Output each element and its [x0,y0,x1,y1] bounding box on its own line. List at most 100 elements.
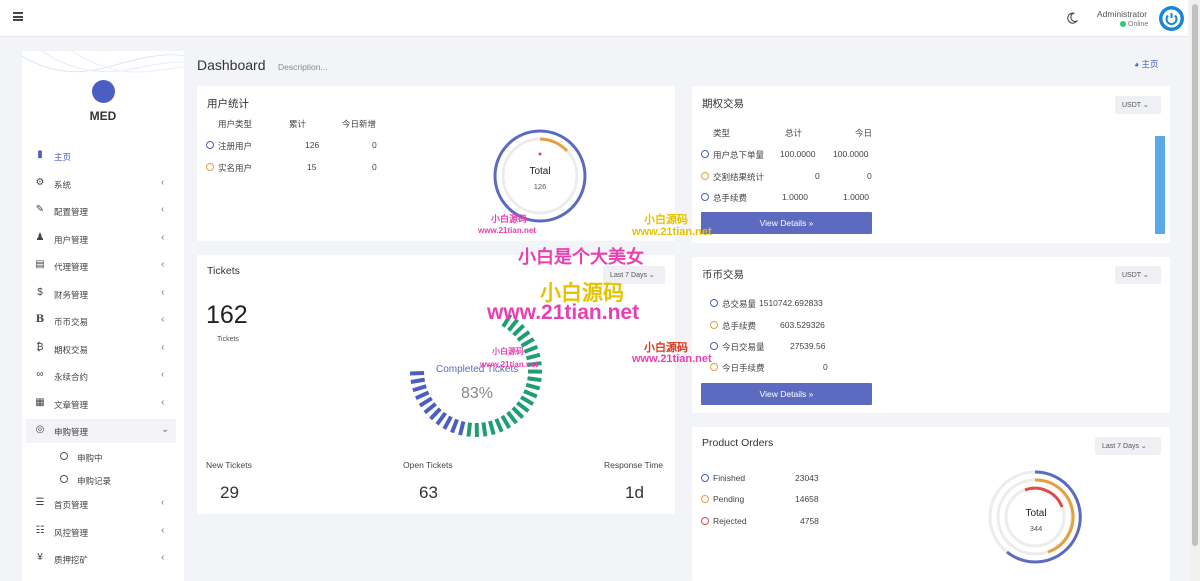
gauge-segment [523,389,538,399]
sidebar-item-users[interactable]: ♟ 用户管理 ‹ [26,227,176,251]
period-select[interactable]: Last 7 Days ⌄ [1095,437,1161,455]
scrollbar-thumb[interactable] [1192,4,1198,546]
view-details-button[interactable]: View Details » [701,212,872,234]
scroll-indicator[interactable] [1155,136,1165,234]
watermark-text: 小白源码 [644,214,688,226]
sidebar-item-label: 永续合约 [54,372,89,382]
gauge-segment [488,420,496,436]
chevron-down-icon: ⌄ [648,272,655,279]
row-today: 0 [372,140,377,150]
row-label: 今日交易量 [722,342,765,352]
sidebar-item-coin-trade[interactable]: B 币币交易 ‹ [26,309,176,333]
power-icon[interactable] [1159,6,1184,31]
gauge-value: 83% [461,385,494,402]
sidebar-item-label: 质押挖矿 [54,555,89,565]
sidebar-item-label: 期权交易 [54,345,89,355]
chevron-left-icon: ‹ [161,497,165,508]
options-trade-card: 期权交易 USDT ⌄ 类型 总计 今日 用户总下单量 100.0000 100… [692,86,1170,243]
sidebar-item-subscription[interactable]: ◎ 申购管理 ⌄ [26,419,176,443]
donut-value: 344 [1029,524,1043,533]
sidebar-item-staking[interactable]: ¥ 质押挖矿 ‹ [26,547,176,571]
chevron-left-icon: ‹ [161,314,165,325]
moon-icon[interactable] [1066,12,1078,24]
watermark-text: 小白源码 [492,347,524,356]
gauge-segment [423,402,437,415]
coin-trade-card: 币币交易 USDT ⌄ 总交易量 1510742.692833 总手续费 603… [692,257,1170,413]
stat-value: 29 [220,483,239,502]
sidebar-item-config[interactable]: ✎ 配置管理 ‹ [26,199,176,223]
stat-label: Open Tickets [403,460,453,470]
page-scrollbar[interactable] [1190,0,1200,581]
sidebar-item-finance[interactable]: $ 财务管理 ‹ [26,282,176,306]
currency-select[interactable]: USDT ⌄ [1115,96,1161,114]
chevron-left-icon: ‹ [161,204,165,215]
gauge-segment [516,330,531,342]
row-value: 4758 [800,516,819,526]
legend-dot [710,321,718,329]
currency-select-value: USDT [1122,272,1141,279]
gauge-segment [410,377,426,384]
product-orders-card: Product Orders Last 7 Days ⌄ Finished 23… [692,427,1170,581]
watermark-text: 小白源码 [491,214,528,224]
sidebar-item-perpetual[interactable]: ∞ 永续合约 ‹ [26,364,176,388]
sidebar-item-options[interactable]: ₿ 期权交易 ‹ [26,337,176,361]
hamburger-icon[interactable] [13,12,23,21]
sidebar-item-label: 代理管理 [54,262,89,272]
row-label: Finished [713,473,746,483]
legend-dot [701,474,709,482]
breadcrumb[interactable]: ◕ 主页 [1134,58,1159,70]
gauge-segment [450,418,459,434]
chevron-left-icon: ‹ [161,177,165,188]
newspaper-icon: ▦ [35,397,45,408]
chevron-left-icon: ‹ [161,232,165,243]
column-header: 总计 [785,128,803,138]
admin-name[interactable]: Administrator [1097,9,1147,19]
column-header: 用户类型 [218,119,253,129]
chevron-left-icon: ‹ [161,525,165,536]
gauge-segment [519,395,535,406]
legend-dot [710,342,718,350]
sidebar-item-system[interactable]: ⚙ 系统 ‹ [26,172,176,196]
row-label: 今日手续费 [722,363,765,373]
stat-value: 63 [419,483,438,502]
sidebar-item-risk[interactable]: ☷ 风控管理 ‹ [26,520,176,544]
currency-select[interactable]: USDT ⌄ [1115,266,1161,284]
wrench-icon: ✎ [35,204,45,215]
row-total: 100.0000 [780,149,816,159]
row-value: 23043 [795,473,819,483]
chevron-left-icon: ‹ [161,287,165,298]
chevron-left-icon: ‹ [161,259,165,270]
breadcrumb-home[interactable]: 主页 [1142,59,1159,69]
watermark-text: www.21tian.net [478,226,536,235]
online-dot [1120,21,1126,27]
gauge-segment [435,411,447,426]
sidebar-item-articles[interactable]: ▦ 文章管理 ‹ [26,392,176,416]
row-value: 0 [823,362,828,372]
sidebar-subitem-label: 申购记录 [77,476,112,486]
column-header: 今日新增 [342,119,377,129]
row-value: 14658 [795,494,819,504]
view-details-button[interactable]: View Details » [701,383,872,405]
ticket-count: 162 [206,301,248,329]
sidebar-item-label: 币币交易 [54,317,89,327]
legend-dot [206,163,214,171]
gauge-segment [527,376,542,383]
chevron-down-icon: ⌄ [161,424,170,435]
row-today: 0 [867,171,872,181]
page-title: Dashboard [197,57,266,73]
row-value: 603.529326 [780,320,825,330]
chevron-left-icon: ‹ [161,342,165,353]
circle-icon [60,452,68,460]
gauge-segment [525,352,541,361]
legend-dot [701,517,709,525]
sidebar-item-home[interactable]: ▮ 主页 [26,144,176,168]
watermark-text: www.21tian.net [480,360,538,369]
row-total: 0 [815,171,820,181]
card-title: Product Orders [702,437,774,449]
card-title: 币币交易 [702,269,744,281]
period-select-value: Last 7 Days [1102,443,1139,450]
sidebar-item-label: 风控管理 [54,528,89,538]
sidebar-item-agents[interactable]: ▤ 代理管理 ‹ [26,254,176,278]
stat-label: New Tickets [206,460,252,470]
sidebar-item-homepage[interactable]: ☰ 首页管理 ‹ [26,492,176,516]
